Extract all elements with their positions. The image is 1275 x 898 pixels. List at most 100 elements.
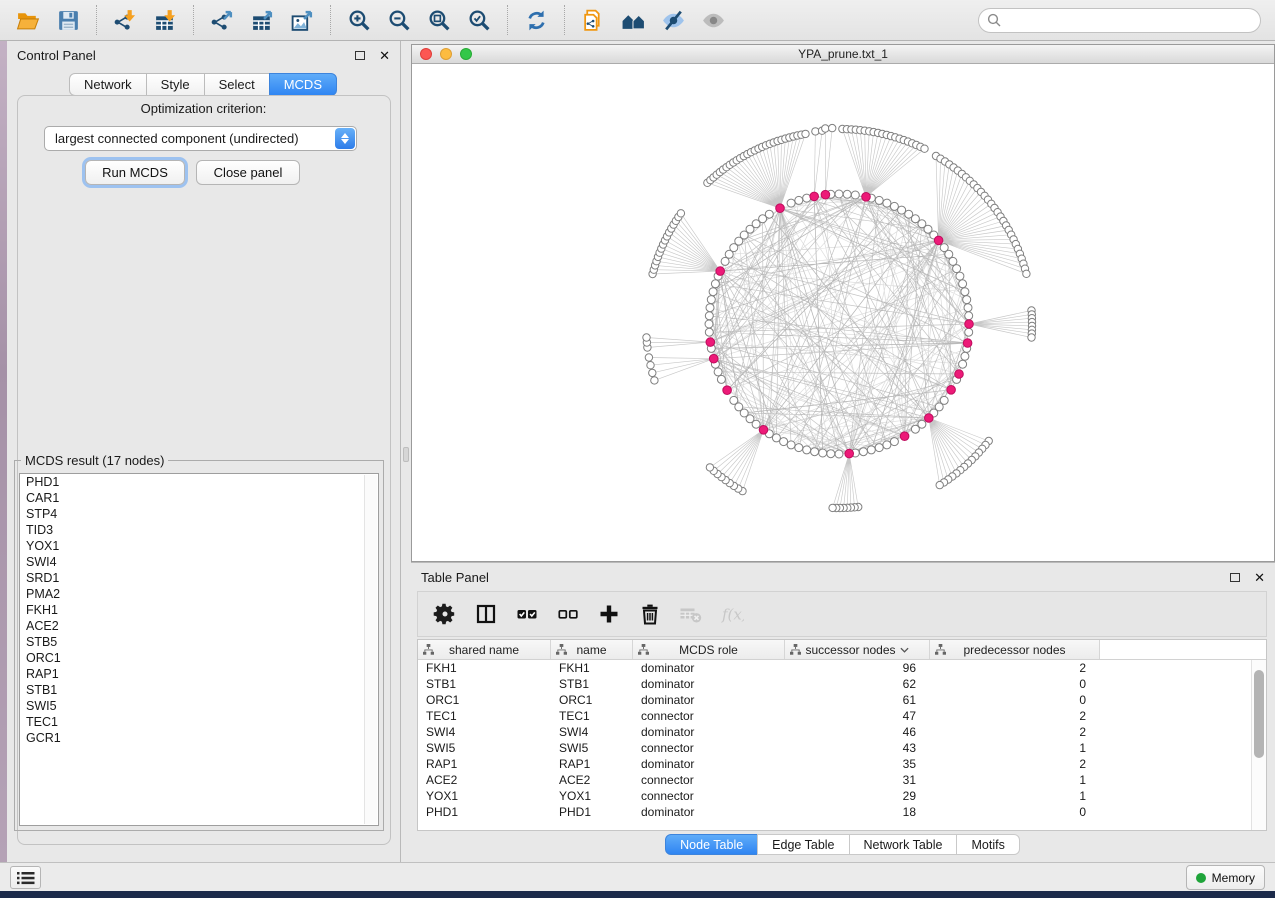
mcds-result-item[interactable]: FKH1 bbox=[20, 602, 378, 618]
toolbar-separator bbox=[330, 5, 331, 35]
refresh-layout-icon[interactable] bbox=[521, 5, 551, 35]
table-toolbar: f(x) bbox=[417, 591, 1267, 637]
table-scrollbar[interactable] bbox=[1251, 660, 1266, 830]
first-neighbors-icon[interactable] bbox=[618, 5, 648, 35]
memory-button[interactable]: Memory bbox=[1186, 865, 1265, 890]
tab-node-table[interactable]: Node Table bbox=[665, 834, 758, 855]
mcds-result-item[interactable]: PHD1 bbox=[20, 474, 378, 490]
save-session-icon[interactable] bbox=[53, 5, 83, 35]
mcds-list-scrollbar[interactable] bbox=[364, 475, 377, 824]
show-columns-icon[interactable] bbox=[473, 601, 499, 627]
maximize-window-icon[interactable] bbox=[460, 48, 472, 60]
select-all-icon[interactable] bbox=[514, 601, 540, 627]
zoom-out-icon[interactable] bbox=[384, 5, 414, 35]
table-row[interactable]: RAP1 RAP1 dominator 35 2 bbox=[418, 756, 1266, 772]
table-row[interactable]: ORC1 ORC1 dominator 61 0 bbox=[418, 692, 1266, 708]
tab-style[interactable]: Style bbox=[146, 73, 205, 96]
mcds-result-list: PHD1CAR1STP4TID3YOX1SWI4SRD1PMA2FKH1ACE2… bbox=[19, 473, 379, 826]
add-row-icon[interactable] bbox=[596, 601, 622, 627]
main-toolbar bbox=[0, 0, 1275, 41]
memory-label: Memory bbox=[1212, 871, 1255, 885]
table-panel-title: Table Panel bbox=[421, 570, 489, 585]
mcds-result-item[interactable]: ORC1 bbox=[20, 650, 378, 666]
table-panel: Table Panel ✕ f(x) shared namenameMCDS r… bbox=[411, 562, 1275, 862]
function-builder-icon: f(x) bbox=[719, 601, 745, 627]
close-table-panel-icon[interactable]: ✕ bbox=[1254, 571, 1265, 584]
mcds-result-item[interactable]: STB1 bbox=[20, 682, 378, 698]
column-header-successor-nodes[interactable]: successor nodes bbox=[785, 640, 930, 659]
tab-network-table[interactable]: Network Table bbox=[849, 834, 958, 855]
status-bar: Memory bbox=[0, 862, 1275, 891]
table-row[interactable]: SWI4 SWI4 dominator 46 2 bbox=[418, 724, 1266, 740]
network-canvas[interactable] bbox=[412, 64, 1274, 561]
criterion-label: Optimization criterion: bbox=[7, 101, 400, 116]
tab-edge-table[interactable]: Edge Table bbox=[757, 834, 849, 855]
tab-select[interactable]: Select bbox=[204, 73, 270, 96]
run-mcds-button[interactable]: Run MCDS bbox=[85, 160, 185, 185]
column-header-shared-name[interactable]: shared name bbox=[418, 640, 551, 659]
zoom-selected-icon[interactable] bbox=[464, 5, 494, 35]
table-row[interactable]: ACE2 ACE2 connector 31 1 bbox=[418, 772, 1266, 788]
table-row[interactable]: PHD1 PHD1 dominator 18 0 bbox=[418, 804, 1266, 820]
export-image-icon[interactable] bbox=[287, 5, 317, 35]
mcds-result-item[interactable]: STP4 bbox=[20, 506, 378, 522]
mcds-result-item[interactable]: SWI5 bbox=[20, 698, 378, 714]
table-row[interactable]: STB1 STB1 dominator 62 0 bbox=[418, 676, 1266, 692]
import-network-icon[interactable] bbox=[110, 5, 140, 35]
mcds-result-item[interactable]: CAR1 bbox=[20, 490, 378, 506]
open-session-icon[interactable] bbox=[13, 5, 43, 35]
show-all-icon[interactable] bbox=[698, 5, 728, 35]
vertical-splitter[interactable] bbox=[401, 41, 411, 862]
optimization-criterion-select[interactable]: largest connected component (undirected) bbox=[44, 126, 357, 151]
memory-status-icon bbox=[1196, 873, 1206, 883]
table-row[interactable]: FKH1 FKH1 dominator 96 2 bbox=[418, 660, 1266, 676]
task-history-button[interactable] bbox=[10, 866, 41, 889]
clone-network-icon[interactable] bbox=[578, 5, 608, 35]
mcds-result-item[interactable]: TEC1 bbox=[20, 714, 378, 730]
close-panel-icon[interactable]: ✕ bbox=[379, 49, 390, 62]
float-panel-icon[interactable] bbox=[355, 51, 365, 60]
mcds-result-item[interactable]: SRD1 bbox=[20, 570, 378, 586]
export-network-icon[interactable] bbox=[207, 5, 237, 35]
tab-network[interactable]: Network bbox=[69, 73, 147, 96]
close-window-icon[interactable] bbox=[420, 48, 432, 60]
deselect-all-icon[interactable] bbox=[555, 601, 581, 627]
mcds-result-item[interactable]: RAP1 bbox=[20, 666, 378, 682]
float-table-panel-icon[interactable] bbox=[1230, 573, 1240, 582]
zoom-fit-icon[interactable] bbox=[424, 5, 454, 35]
network-title: YPA_prune.txt_1 bbox=[798, 47, 888, 61]
search-input[interactable] bbox=[978, 8, 1261, 33]
column-header-MCDS-role[interactable]: MCDS role bbox=[633, 640, 785, 659]
column-header-name[interactable]: name bbox=[551, 640, 633, 659]
table-row[interactable]: YOX1 YOX1 connector 29 1 bbox=[418, 788, 1266, 804]
dropdown-stepper-icon bbox=[335, 128, 355, 149]
mcds-result-item[interactable]: TID3 bbox=[20, 522, 378, 538]
mcds-result-item[interactable]: SWI4 bbox=[20, 554, 378, 570]
mcds-result-item[interactable]: STB5 bbox=[20, 634, 378, 650]
export-table-icon[interactable] bbox=[247, 5, 277, 35]
mcds-result-item[interactable]: ACE2 bbox=[20, 618, 378, 634]
toolbar-separator bbox=[193, 5, 194, 35]
delete-table-icon bbox=[678, 601, 704, 627]
table-row[interactable]: SWI5 SWI5 connector 43 1 bbox=[418, 740, 1266, 756]
column-header-predecessor-nodes[interactable]: predecessor nodes bbox=[930, 640, 1100, 659]
mcds-result-item[interactable]: PMA2 bbox=[20, 586, 378, 602]
delete-row-icon[interactable] bbox=[637, 601, 663, 627]
mcds-result-item[interactable]: YOX1 bbox=[20, 538, 378, 554]
table-row[interactable]: TEC1 TEC1 connector 47 2 bbox=[418, 708, 1266, 724]
zoom-in-icon[interactable] bbox=[344, 5, 374, 35]
tab-mcds[interactable]: MCDS bbox=[269, 73, 337, 96]
control-panel-title: Control Panel bbox=[17, 48, 96, 63]
tab-motifs[interactable]: Motifs bbox=[956, 834, 1019, 855]
search-icon bbox=[987, 13, 1002, 28]
control-panel-tabs: NetworkStyleSelectMCDS bbox=[7, 73, 400, 96]
table-scrollbar-thumb[interactable] bbox=[1254, 670, 1264, 758]
close-panel-button[interactable]: Close panel bbox=[196, 160, 300, 185]
minimize-window-icon[interactable] bbox=[440, 48, 452, 60]
hide-selected-icon[interactable] bbox=[658, 5, 688, 35]
import-table-icon[interactable] bbox=[150, 5, 180, 35]
settings-icon[interactable] bbox=[432, 601, 458, 627]
mcds-result-item[interactable]: GCR1 bbox=[20, 730, 378, 746]
splitter-grip[interactable] bbox=[403, 447, 409, 462]
mcds-result-group: MCDS result (17 nodes) PHD1CAR1STP4TID3Y… bbox=[14, 460, 384, 831]
